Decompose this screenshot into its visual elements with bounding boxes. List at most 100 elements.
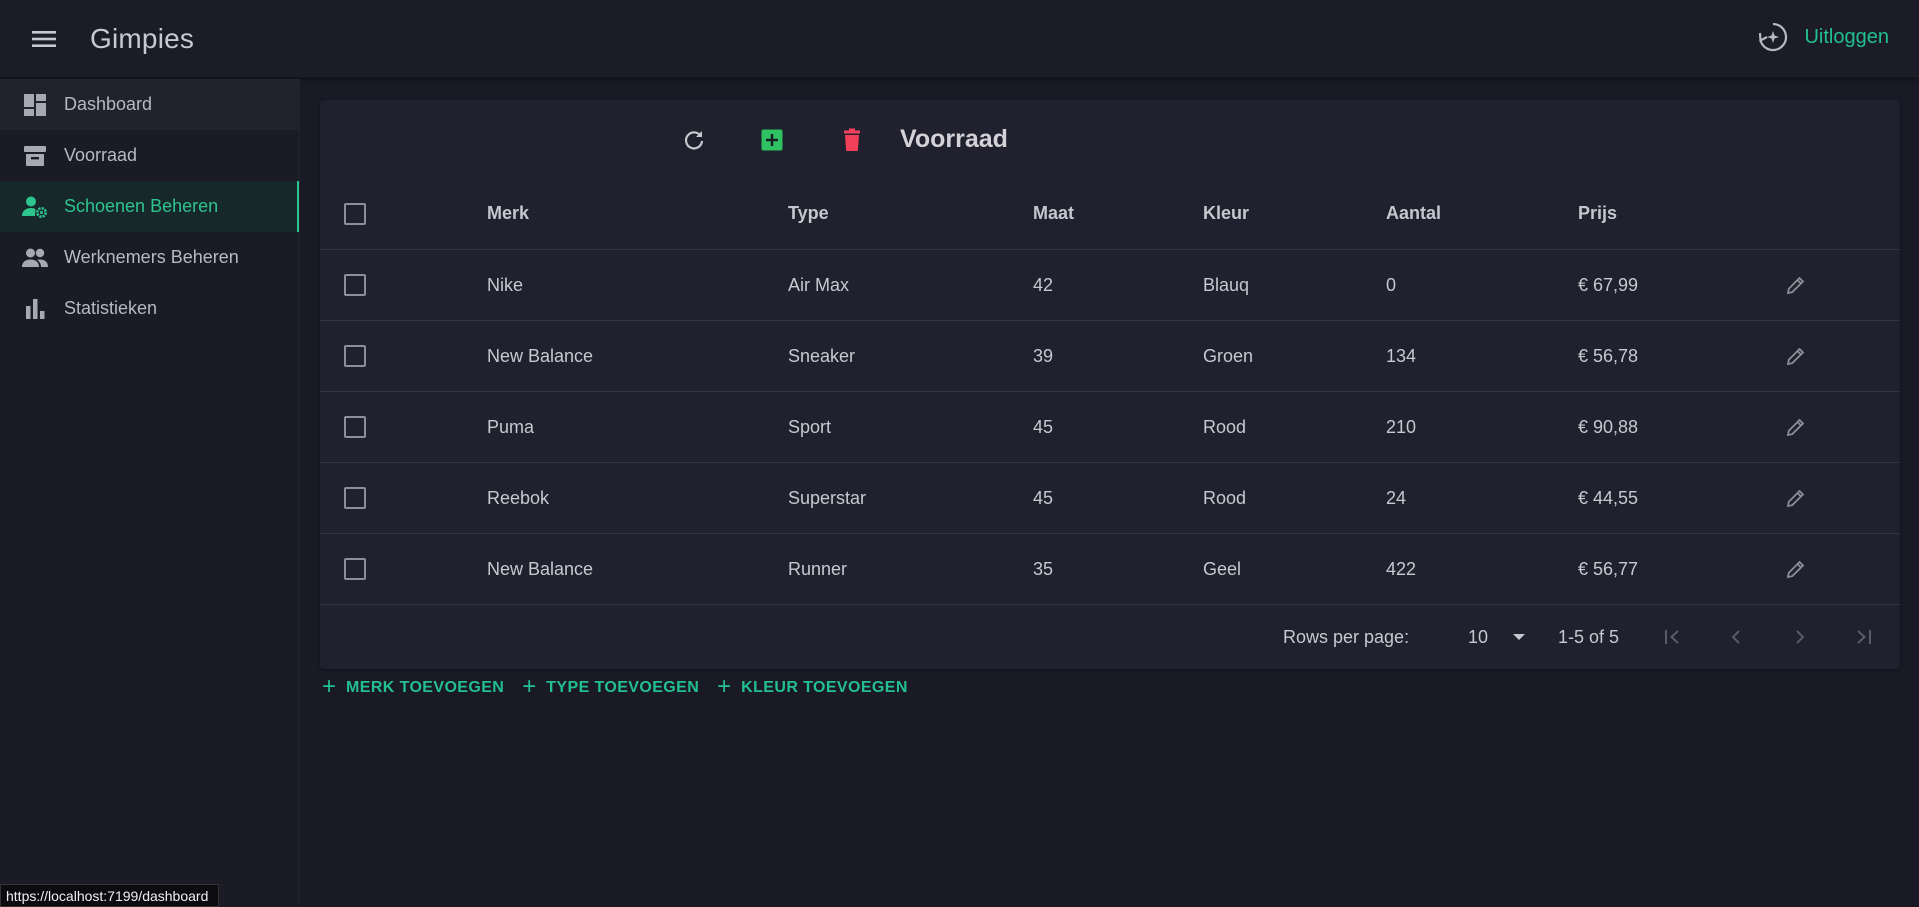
previous-page-button[interactable] [1716,617,1756,657]
add-actions: + MERK TOEVOEGEN + TYPE TOEVOEGEN + KLEU… [322,674,926,702]
add-type-button[interactable]: + TYPE TOEVOEGEN [522,672,700,700]
status-bar-url: https://localhost:7199/dashboard [0,884,220,907]
next-page-button[interactable] [1780,617,1820,657]
column-header-type[interactable]: Type [788,178,829,249]
card-toolbar: Voorraad [320,100,1900,178]
first-page-button[interactable] [1652,617,1692,657]
cell-maat: 45 [1033,487,1054,508]
cell-aantal: 24 [1386,487,1407,508]
add-button[interactable] [750,118,794,162]
sidebar-item-dashboard[interactable]: Dashboard [0,79,299,130]
delete-button[interactable] [830,118,874,162]
edit-button[interactable] [1776,549,1816,589]
pencil-icon [1786,276,1805,295]
row-checkbox[interactable] [344,345,366,367]
logout-button[interactable]: Uitloggen [1756,20,1889,54]
select-all-checkbox[interactable] [344,202,366,225]
plus-icon: + [717,672,732,700]
rows-per-page-label: Rows per page: [1283,626,1410,647]
table-row: New Balance Runner 35 Geel 422 € 56,77 [320,534,1900,605]
column-header-merk[interactable]: Merk [487,178,529,249]
cell-kleur: Groen [1203,345,1254,366]
table-header: Merk Type Maat Kleur Aantal Prijs [320,178,1900,250]
table-row: Nike Air Max 42 Blauq 0 € 67,99 [320,250,1900,321]
edit-button[interactable] [1776,478,1816,518]
sidebar-item-voorraad[interactable]: Voorraad [0,130,299,181]
cell-maat: 42 [1033,274,1054,295]
edit-button[interactable] [1776,265,1816,305]
cell-maat: 39 [1033,345,1054,366]
cell-aantal: 0 [1386,274,1397,295]
chevron-right-icon [1796,630,1805,644]
cell-prijs: € 56,77 [1578,558,1639,579]
sidebar-item-label: Schoenen Beheren [64,196,219,216]
user-cog-icon [22,196,47,218]
sidebar-item-schoenen-beheren[interactable]: Schoenen Beheren [0,181,299,232]
cell-kleur: Blauq [1203,274,1250,295]
inventory-card: Voorraad Merk Type Maat Kleur Aantal Pri… [320,100,1900,669]
pencil-icon [1786,418,1805,437]
first-page-icon [1665,630,1679,644]
cell-merk: Nike [487,274,524,295]
cell-type: Sport [788,416,832,437]
cell-maat: 45 [1033,416,1054,437]
add-type-label: TYPE TOEVOEGEN [546,679,700,696]
column-header-aantal[interactable]: Aantal [1386,178,1441,249]
refresh-icon [684,131,704,150]
edit-button[interactable] [1776,336,1816,376]
archive-icon [24,145,46,166]
cell-merk: Reebok [487,487,550,508]
add-box-icon [761,129,783,151]
column-header-maat[interactable]: Maat [1033,178,1074,249]
row-checkbox[interactable] [344,416,366,438]
cell-type: Sneaker [788,345,856,366]
cell-kleur: Geel [1203,558,1242,579]
logout-label: Uitloggen [1804,25,1889,48]
trash-icon [844,128,860,151]
row-checkbox[interactable] [344,274,366,296]
add-kleur-button[interactable]: + KLEUR TOEVOEGEN [717,672,908,700]
sidebar: Dashboard Voorraad Schoenen Beheren Werk… [0,79,300,907]
column-header-prijs[interactable]: Prijs [1578,178,1617,249]
table-row: Puma Sport 45 Rood 210 € 90,88 [320,392,1900,463]
row-checkbox[interactable] [344,558,366,580]
sidebar-item-werknemers-beheren[interactable]: Werknemers Beheren [0,232,299,283]
last-page-button[interactable] [1844,617,1884,657]
sidebar-item-statistieken[interactable]: Statistieken [0,283,299,334]
dashboard-icon [24,93,46,116]
logout-icon [1759,22,1788,52]
cell-maat: 35 [1033,558,1054,579]
add-merk-button[interactable]: + MERK TOEVOEGEN [322,674,505,699]
cell-kleur: Rood [1203,487,1247,508]
cell-aantal: 422 [1386,558,1417,579]
cell-prijs: € 67,99 [1578,274,1639,295]
cell-prijs: € 44,55 [1578,487,1639,508]
sidebar-item-label: Werknemers Beheren [64,247,239,267]
cell-aantal: 134 [1386,345,1417,366]
pencil-icon [1786,347,1805,366]
cell-merk: Puma [487,416,535,437]
chevron-left-icon [1731,630,1740,644]
menu-button[interactable] [22,17,66,61]
people-icon [22,248,48,267]
bar-chart-icon [26,298,45,319]
add-kleur-label: KLEUR TOEVOEGEN [741,679,908,696]
cell-prijs: € 56,78 [1578,345,1639,366]
column-header-kleur[interactable]: Kleur [1203,178,1249,249]
refresh-button[interactable] [672,118,716,162]
edit-button[interactable] [1776,407,1816,447]
pagination-range: 1-5 of 5 [1558,626,1620,647]
sidebar-item-label: Dashboard [64,94,153,114]
cell-aantal: 210 [1386,416,1417,437]
pencil-icon [1786,560,1805,579]
hamburger-menu-icon [32,30,56,47]
app-bar: Gimpies Uitloggen [0,0,1919,78]
table-row: New Balance Sneaker 39 Groen 134 € 56,78 [320,321,1900,392]
add-merk-label: MERK TOEVOEGEN [346,679,505,696]
rows-per-page-value: 10 [1468,626,1489,647]
plus-icon: + [522,672,537,700]
cell-merk: New Balance [487,345,594,366]
row-checkbox[interactable] [344,487,366,509]
rows-per-page-select[interactable]: 10 [1444,617,1526,657]
card-title: Voorraad [900,125,1008,153]
